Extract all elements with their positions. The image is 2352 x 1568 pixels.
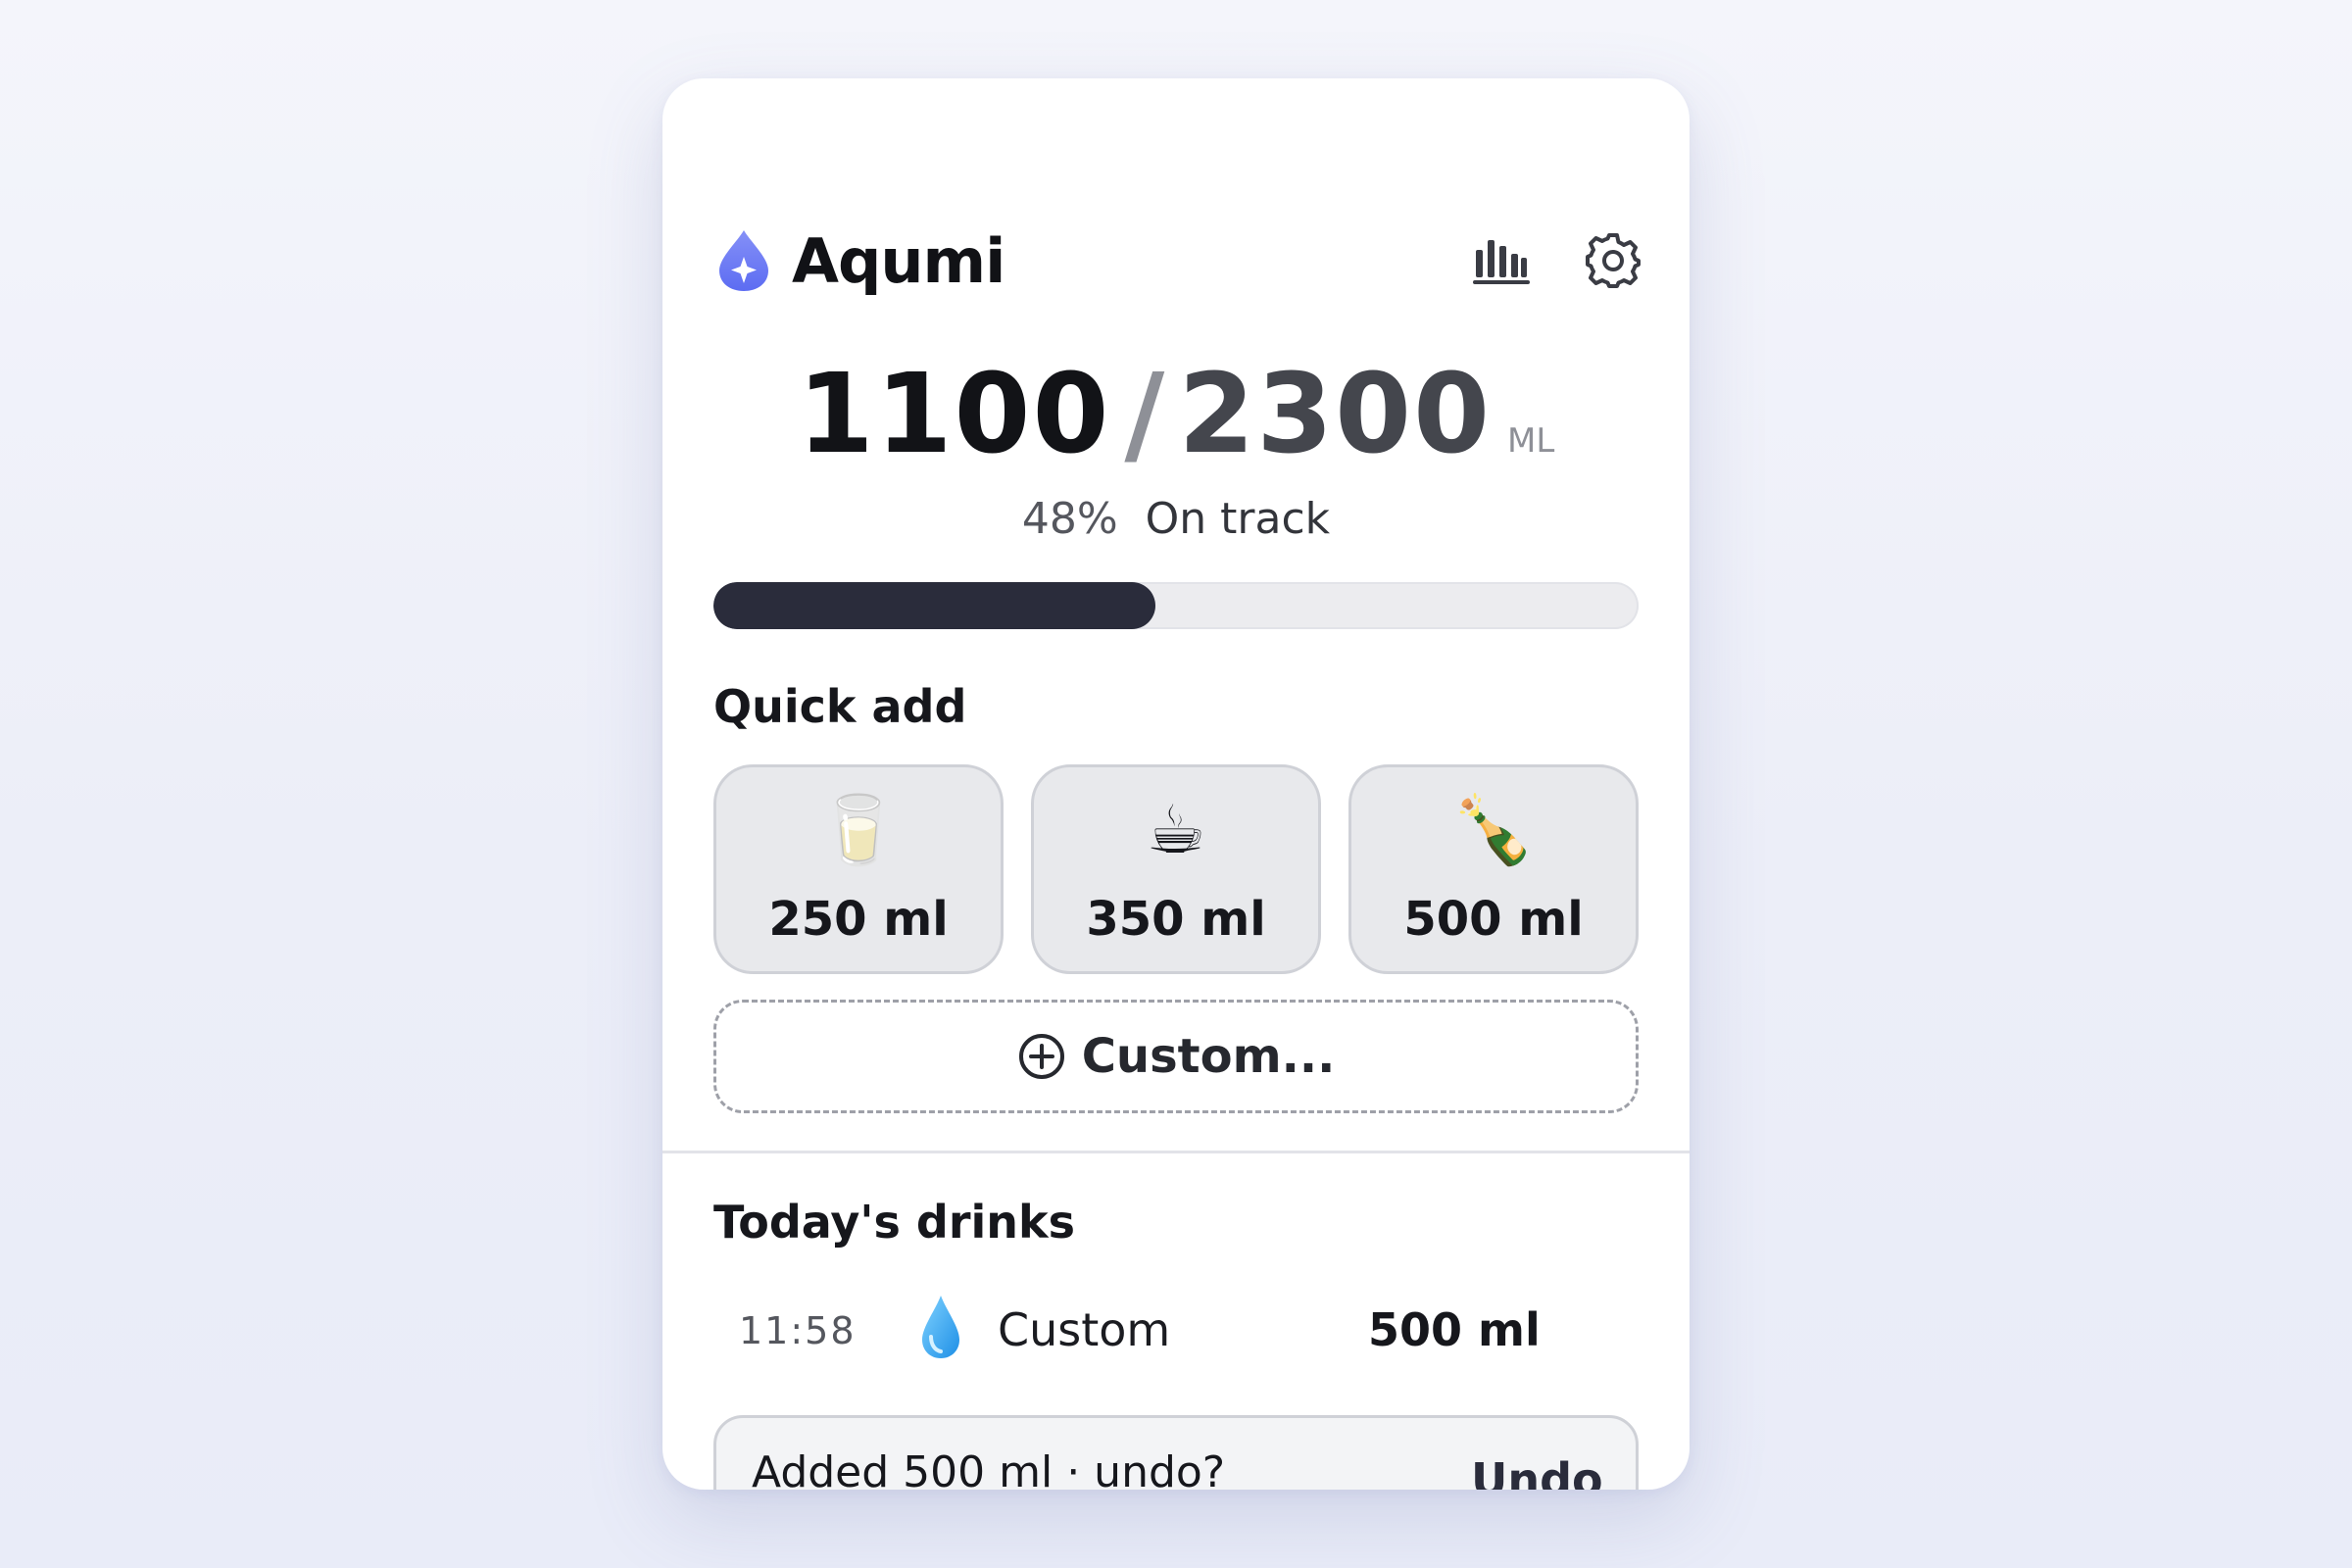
quick-add-label: 500 ml bbox=[1403, 892, 1584, 947]
quick-add-label: 250 ml bbox=[768, 892, 949, 947]
custom-amount-label: Custom... bbox=[1081, 1029, 1336, 1084]
progress-status: On track bbox=[1145, 494, 1331, 544]
quick-add-options: 🥛 250 ml ☕ 350 ml 🍾 500 ml bbox=[713, 764, 1639, 974]
water-tracker-panel: Aqumi 1100 / 2300 ML 48% On track Quick … bbox=[662, 78, 1690, 1490]
settings-button[interactable] bbox=[1580, 227, 1646, 294]
undo-toast: Added 500 ml · undo? Undo bbox=[713, 1415, 1639, 1490]
daily-goal: 2300 bbox=[1178, 351, 1493, 478]
section-divider bbox=[662, 1151, 1690, 1153]
quick-add-250-button[interactable]: 🥛 250 ml bbox=[713, 764, 1004, 974]
todays-drinks-title: Today's drinks bbox=[713, 1196, 1075, 1249]
app-name: Aqumi bbox=[792, 224, 1005, 297]
unit-label: ML bbox=[1507, 421, 1555, 461]
progress-bar bbox=[713, 582, 1639, 629]
quick-add-350-button[interactable]: ☕ 350 ml bbox=[1031, 764, 1321, 974]
list-item[interactable]: 11:58 Custom 500 ml bbox=[713, 1290, 1639, 1376]
stats-button[interactable] bbox=[1468, 227, 1535, 294]
header: Aqumi bbox=[715, 214, 1641, 308]
drink-amount: 500 ml bbox=[1368, 1303, 1541, 1356]
water-drop-sparkle-icon bbox=[719, 230, 768, 291]
progress-percent: 48% bbox=[1021, 494, 1118, 544]
plus-circle-icon bbox=[1018, 1034, 1064, 1079]
hot-coffee-icon: ☕ bbox=[1146, 792, 1206, 869]
drink-time: 11:58 bbox=[739, 1309, 857, 1352]
water-drop-icon bbox=[922, 1296, 959, 1358]
glass-of-milk-icon: 🥛 bbox=[816, 792, 901, 869]
bottle-icon: 🍾 bbox=[1451, 792, 1536, 869]
total-separator: / bbox=[1124, 351, 1165, 478]
screen: Aqumi 1100 / 2300 ML 48% On track Quick … bbox=[0, 0, 2352, 1568]
gear-icon bbox=[1586, 233, 1641, 288]
quick-add-label: 350 ml bbox=[1086, 892, 1266, 947]
intake-total: 1100 / 2300 ML bbox=[662, 351, 1690, 478]
progress-summary: 48% On track bbox=[662, 494, 1690, 544]
quick-add-500-button[interactable]: 🍾 500 ml bbox=[1348, 764, 1639, 974]
undo-button[interactable]: Undo bbox=[1471, 1453, 1603, 1490]
brand: Aqumi bbox=[715, 214, 1005, 308]
custom-amount-button[interactable]: Custom... bbox=[713, 1000, 1639, 1113]
current-intake: 1100 bbox=[797, 351, 1111, 478]
bar-chart-icon bbox=[1473, 240, 1530, 284]
toast-message: Added 500 ml · undo? bbox=[752, 1447, 1226, 1490]
quick-add-title: Quick add bbox=[713, 680, 967, 733]
progress-bar-fill bbox=[713, 582, 1156, 629]
drink-name: Custom bbox=[998, 1303, 1171, 1356]
